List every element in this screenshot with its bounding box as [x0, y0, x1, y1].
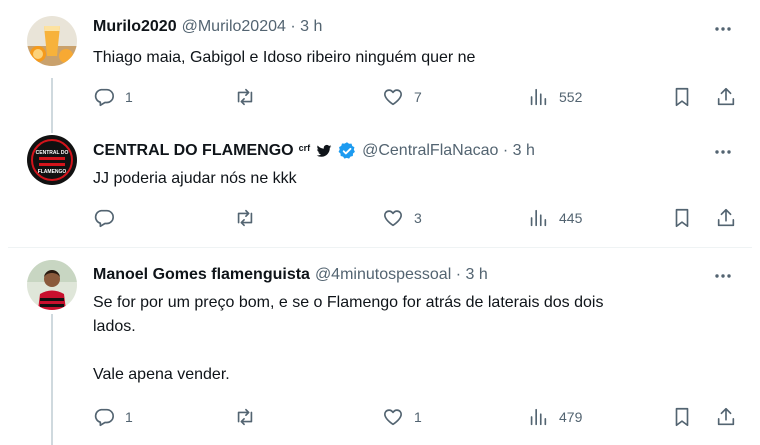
tweet-1[interactable]: Murilo2020 @Murilo20204 · 3 h Thiago mai…: [0, 0, 760, 125]
reply-button[interactable]: 1: [93, 86, 133, 108]
handle-and-time[interactable]: @CentralFlaNacao · 3 h: [362, 142, 535, 160]
views-icon: [530, 88, 547, 106]
reply-icon: [94, 209, 114, 228]
bookmark-icon: [675, 87, 689, 107]
avatar-juice-image: [27, 16, 77, 66]
views-icon: [530, 408, 547, 426]
retweet-icon: [237, 408, 253, 426]
heart-icon: [384, 89, 402, 106]
views-count: 479: [559, 409, 583, 425]
like-count: 7: [414, 89, 422, 105]
avatar[interactable]: CENTRAL DO FLAMENGO: [27, 135, 77, 185]
reply-button[interactable]: 1: [93, 406, 133, 428]
tweet-text-line: Se for por um preço bom, e se o Flamengo…: [93, 294, 604, 311]
views-count: 552: [559, 89, 583, 105]
tweet-3[interactable]: Manoel Gomes flamenguista @4minutospesso…: [0, 247, 760, 445]
bookmark-icon: [675, 407, 689, 427]
avatar-person-photo: [27, 260, 77, 310]
heart-icon: [384, 210, 402, 227]
views-button[interactable]: 479: [527, 406, 582, 428]
share-button[interactable]: [715, 207, 737, 229]
twitter-bird-icon: [316, 144, 332, 157]
reply-count: 1: [125, 409, 133, 425]
like-count: 3: [414, 210, 422, 226]
views-count: 445: [559, 210, 583, 226]
reply-icon: [94, 88, 114, 107]
reply-count: 1: [125, 89, 133, 105]
share-icon: [717, 208, 735, 227]
tweet-text: JJ poderia ajudar nós ne kkk: [93, 167, 713, 191]
tweet-text-line: lados.: [93, 318, 136, 335]
heart-icon: [384, 409, 402, 426]
handle-and-time[interactable]: @Murilo20204 · 3 h: [182, 18, 323, 36]
share-icon: [717, 87, 735, 106]
more-options-icon[interactable]: [712, 265, 734, 287]
tweet-text-line: JJ poderia ajudar nós ne kkk: [93, 170, 297, 187]
tweet-2[interactable]: CENTRAL DO FLAMENGO CENTRAL DO FLAMENGO …: [0, 125, 760, 247]
like-count: 1: [414, 409, 422, 425]
retweet-button[interactable]: [234, 406, 266, 428]
bookmark-button[interactable]: [671, 86, 693, 108]
share-icon: [717, 407, 735, 426]
views-button[interactable]: 552: [527, 86, 582, 108]
tweet-text: Thiago maia, Gabigol e Idoso ribeiro nin…: [93, 46, 713, 70]
display-name[interactable]: Murilo2020: [93, 18, 177, 36]
retweet-icon: [237, 209, 253, 227]
tweet-actions: 3 445: [93, 207, 743, 231]
tweet-actions: 1 7 552: [93, 86, 743, 110]
tweet-text-blank-line: [93, 339, 713, 363]
like-button[interactable]: 3: [382, 207, 422, 229]
display-name[interactable]: CENTRAL DO FLAMENGO: [93, 142, 294, 160]
views-icon: [530, 209, 547, 227]
bookmark-icon: [675, 208, 689, 228]
like-button[interactable]: 7: [382, 86, 422, 108]
tweet-text-line: Thiago maia, Gabigol e Idoso ribeiro nin…: [93, 49, 476, 66]
bookmark-button[interactable]: [671, 406, 693, 428]
avatar[interactable]: [27, 260, 77, 310]
reply-button[interactable]: [93, 207, 125, 229]
handle-and-time[interactable]: @4minutospessoal · 3 h: [315, 266, 488, 284]
views-button[interactable]: 445: [527, 207, 582, 229]
tweet-text: Se for por um preço bom, e se o Flamengo…: [93, 291, 713, 387]
crf-label: crf: [298, 143, 311, 153]
avatar-logo-line-2: FLAMENGO: [38, 169, 67, 175]
avatar-logo-line-1: CENTRAL DO: [36, 150, 69, 156]
like-button[interactable]: 1: [382, 406, 422, 428]
share-button[interactable]: [715, 406, 737, 428]
avatar-central-flamengo-logo: CENTRAL DO FLAMENGO: [27, 135, 77, 185]
more-options-icon[interactable]: [712, 18, 734, 40]
retweet-icon: [237, 88, 253, 106]
more-options-icon[interactable]: [712, 141, 734, 163]
retweet-button[interactable]: [234, 86, 266, 108]
verified-badge-icon[interactable]: [337, 141, 357, 161]
tweet-actions: 1 1 479: [93, 406, 743, 430]
reply-icon: [94, 408, 114, 427]
retweet-button[interactable]: [234, 207, 266, 229]
display-name[interactable]: Manoel Gomes flamenguista: [93, 266, 310, 284]
share-button[interactable]: [715, 86, 737, 108]
tweet-text-line: Vale apena vender.: [93, 366, 230, 383]
thread-line: [51, 314, 53, 445]
avatar[interactable]: [27, 16, 77, 66]
bookmark-button[interactable]: [671, 207, 693, 229]
